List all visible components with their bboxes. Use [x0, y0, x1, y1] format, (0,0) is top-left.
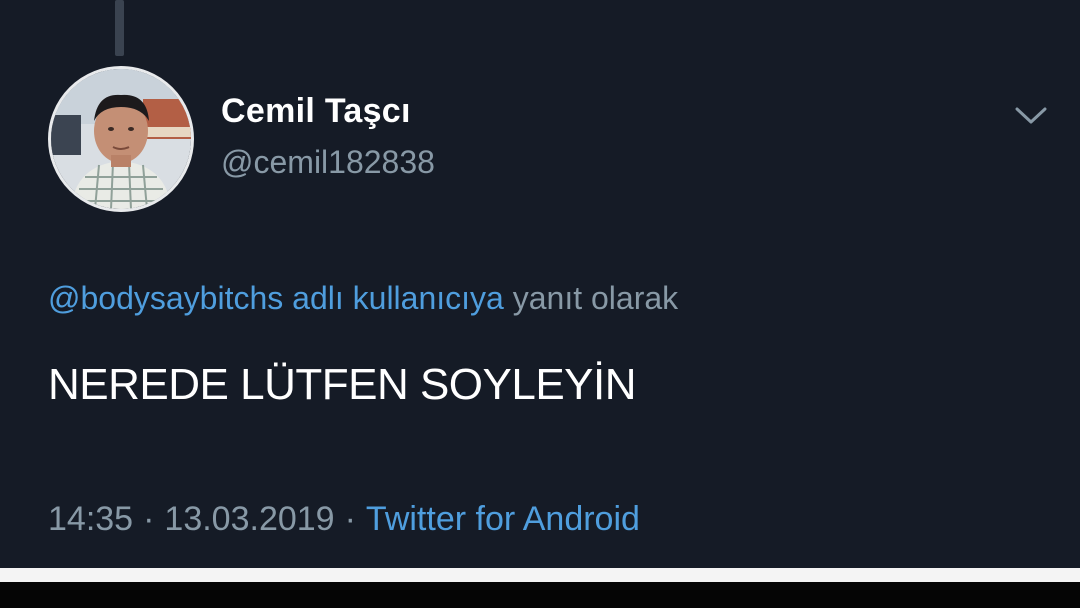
meta-separator: · [143, 500, 155, 538]
tweet-text: NEREDE LÜTFEN SOYLEYİN [48, 360, 637, 409]
user-handle[interactable]: @cemil182838 [221, 144, 435, 181]
display-name[interactable]: Cemil Taşcı [221, 92, 411, 131]
tweet-card: Cemil Taşcı @cemil182838 @bodysaybitchs … [0, 0, 1080, 568]
tweet-time: 14:35 [48, 500, 134, 538]
tweet-meta: 14:35 · 13.03.2019 · Twitter for Android [48, 500, 640, 539]
reply-suffix: yanıt olarak [512, 280, 679, 316]
avatar[interactable] [48, 66, 194, 212]
bottom-bar [0, 582, 1080, 608]
chevron-down-icon[interactable] [1012, 100, 1050, 130]
reply-mention-link[interactable]: @bodysaybitchs adlı kullanıcıya [48, 280, 504, 316]
tweet-source-link[interactable]: Twitter for Android [366, 500, 640, 538]
thread-line [115, 0, 124, 56]
tweet-date: 13.03.2019 [164, 500, 335, 538]
meta-separator: · [344, 500, 356, 538]
bottom-border [0, 568, 1080, 582]
reply-context: @bodysaybitchs adlı kullanıcıya yanıt ol… [48, 280, 678, 317]
profile-photo [51, 69, 191, 209]
